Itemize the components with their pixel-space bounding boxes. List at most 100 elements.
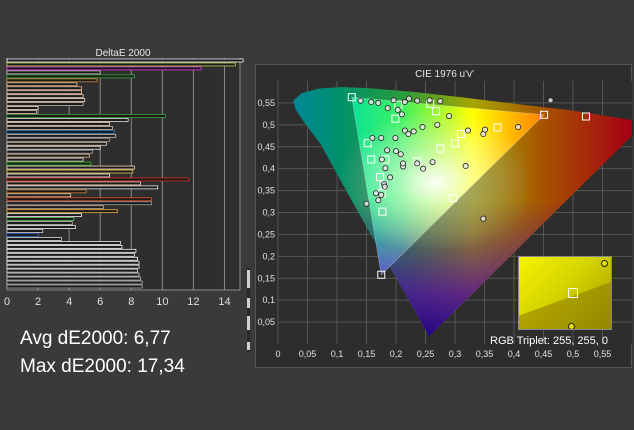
delta-e-bar (6, 209, 118, 214)
bar-x-tick-label: 2 (35, 296, 41, 308)
bar-x-tick-label: 12 (187, 296, 199, 308)
delta-e-bar (6, 98, 86, 103)
delta-e-bar (6, 217, 75, 221)
measured-point (398, 111, 405, 118)
delta-e-bar (6, 221, 73, 225)
delta-e-bar (6, 264, 140, 269)
bar-x-tick-label: 8 (128, 296, 134, 308)
measured-point (394, 106, 401, 113)
zoom-target-marker (568, 288, 578, 298)
measured-point (405, 95, 412, 102)
delta-e-bar (6, 141, 107, 146)
delta-e-bar (6, 169, 134, 174)
delta-e-bar (6, 177, 190, 182)
measured-point (420, 165, 427, 172)
measured-point (482, 126, 489, 133)
cie-y-tick-label: 0,4 (262, 164, 275, 174)
delta-e-bar (6, 153, 90, 158)
delta-e-bar (6, 284, 143, 289)
measured-point (462, 163, 469, 170)
delta-e-bar (6, 197, 152, 202)
cie-x-tick-label: 0,1 (331, 349, 344, 359)
measured-point (419, 124, 426, 131)
measured-point (384, 147, 391, 154)
cie-x-tick-label: 0,3 (449, 349, 462, 359)
cie-y-tick-label: 0,45 (257, 142, 275, 152)
measured-point (375, 197, 382, 204)
cie-x-tick-label: 0,2 (390, 349, 403, 359)
delta-e-bar (6, 252, 135, 257)
measured-point (363, 200, 370, 207)
delta-e-bar (6, 268, 138, 273)
measured-point (387, 174, 394, 181)
zoom-measured-dot (568, 323, 575, 329)
delta-e-bar (6, 133, 117, 138)
cie-y-tick-label: 0,15 (257, 273, 275, 283)
delta-e-bar (6, 205, 104, 210)
cie-x-tick-label: 0 (275, 349, 280, 359)
measured-point (382, 165, 389, 172)
delta-e-bar (6, 62, 236, 67)
cie-y-tick-label: 0,5 (262, 120, 275, 130)
cie-x-tick-label: 0,5 (567, 349, 580, 359)
bar-x-tick-label: 10 (156, 296, 168, 308)
measured-point (378, 191, 385, 198)
vertical-scrollbar[interactable] (247, 268, 250, 352)
bar-x-tick-label: 14 (218, 296, 230, 308)
delta-e-bar (6, 256, 138, 261)
delta-e-bar (6, 280, 143, 285)
delta-e-bar (6, 74, 135, 79)
measured-point (378, 134, 385, 141)
measured-point (392, 134, 399, 141)
zoom-gamut-edge (519, 257, 611, 329)
measured-point (384, 105, 391, 112)
delta-e-bar (6, 233, 39, 237)
delta-e-bar (6, 106, 39, 110)
measured-point (368, 99, 375, 106)
measured-point (547, 97, 554, 104)
cie-x-tick-label: 0,05 (299, 349, 317, 359)
zoom-measured-dot (601, 260, 608, 267)
cie-y-tick-label: 0,3 (262, 208, 275, 218)
measured-point (434, 121, 441, 128)
cie-chart-title: CIE 1976 u'v' (415, 69, 474, 80)
delta-e-bar (6, 145, 101, 150)
cie-x-tick-label: 0,15 (358, 349, 376, 359)
measured-point (375, 99, 382, 106)
delta-e-bar (6, 149, 93, 154)
delta-e-bar (6, 213, 82, 218)
cie-y-tick-label: 0,05 (257, 317, 275, 327)
delta-e-bar (6, 58, 244, 63)
delta-e-bar (6, 114, 166, 118)
delta-e-bar (6, 82, 78, 87)
avg-de2000-text: Avg dE2000: 6,77 (20, 328, 171, 349)
delta-e-bar (6, 237, 62, 241)
delta-e-bar (6, 276, 141, 281)
measured-point (405, 131, 412, 138)
delta-e-bar (6, 225, 76, 229)
delta-e-bar (6, 260, 140, 265)
delta-e-bar (6, 181, 141, 186)
measured-point (400, 160, 407, 167)
cie-y-tick-label: 0,1 (262, 295, 275, 305)
measured-point (446, 113, 453, 120)
zoom-inset (518, 256, 612, 330)
delta-e-chart-panel: DeltaE 2000 0 2 4 6 8 10 12 14 (0, 42, 246, 318)
delta-e-bar (6, 137, 110, 142)
delta-e-bar (6, 241, 121, 245)
measured-point (414, 97, 421, 104)
measured-point (464, 127, 471, 134)
delta-e-bar (6, 272, 140, 277)
measured-point (372, 190, 379, 197)
delta-e-bar (6, 110, 37, 114)
cie-x-tick-label: 0,35 (476, 349, 494, 359)
bar-x-tick-label: 4 (66, 296, 72, 308)
delta-e-bar (6, 66, 202, 71)
delta-e-bar (6, 157, 84, 162)
delta-e-bar-chart: 0 2 4 6 8 10 12 14 (4, 58, 244, 308)
bar-x-tick-label: 6 (97, 296, 103, 308)
cie-x-tick-label: 0,4 (508, 349, 521, 359)
measured-point (437, 98, 444, 105)
cie-chart-panel: 0 0,05 0,1 0,15 0,2 0,25 0,3 0,35 0,4 0,45 0,5 0,55… (255, 64, 633, 368)
cie-x-tick-label: 0,45 (535, 349, 553, 359)
